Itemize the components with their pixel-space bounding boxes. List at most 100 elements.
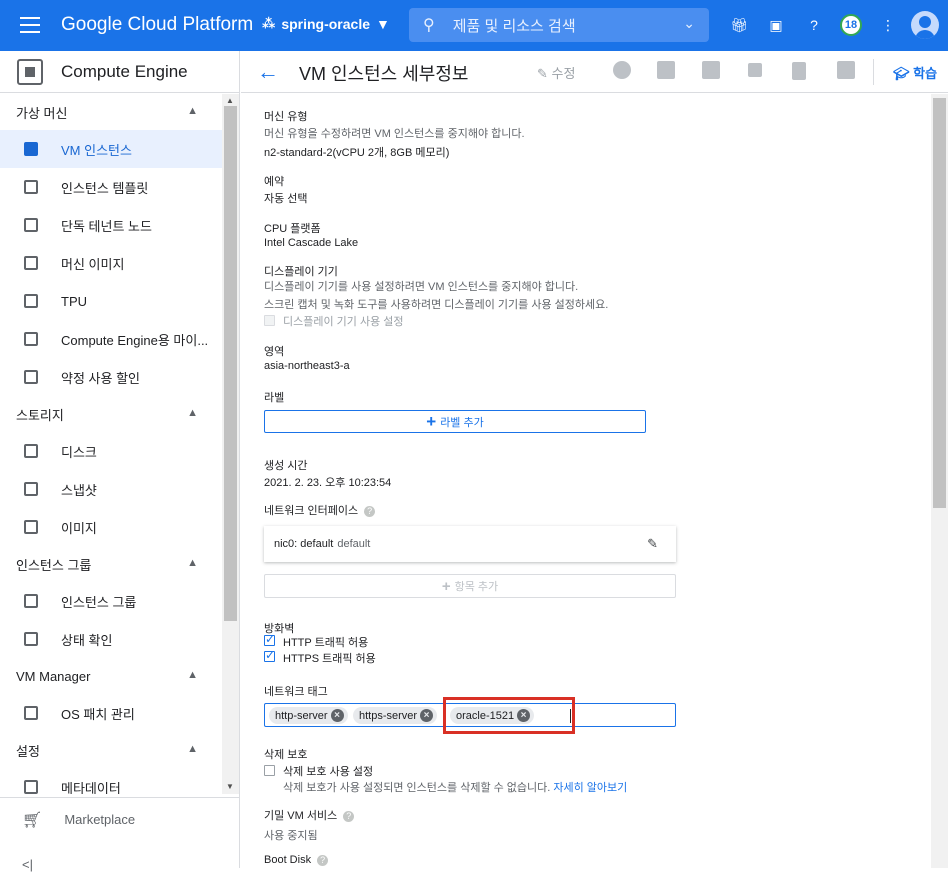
avatar[interactable] — [911, 11, 939, 39]
nic-card[interactable]: nic0: default default ✎ — [264, 526, 676, 562]
section-settings[interactable]: 설정 ▲ — [0, 732, 222, 768]
sidebar-item-sole-tenant-nodes[interactable]: 단독 테넌트 노드 — [0, 206, 222, 244]
brand-title[interactable]: Google Cloud Platform — [61, 14, 253, 36]
chevron-up-icon: ▲ — [187, 557, 198, 569]
project-dots-icon: ⁂ — [262, 16, 276, 31]
search-expand-chevron-icon[interactable]: ⌄ — [683, 15, 695, 32]
display-device-label: 디스플레이 기기 — [264, 266, 338, 278]
sidebar-item-snapshots[interactable]: 스냅샷 — [0, 470, 222, 508]
learn-more-link[interactable]: 자세히 알아보기 — [553, 782, 627, 794]
section-vm-manager[interactable]: VM Manager ▲ — [0, 658, 222, 694]
delete-icon[interactable] — [837, 61, 855, 79]
section-title: 가상 머신 — [16, 105, 68, 121]
sidebar-item-instance-groups[interactable]: 인스턴스 그룹 — [0, 582, 222, 620]
edit-pencil-icon[interactable]: ✎ — [647, 536, 658, 552]
gift-icon[interactable]: 🎁︎ — [729, 15, 749, 35]
sidebar-item-label: 인스턴스 템플릿 — [61, 180, 149, 196]
sidebar-scrollbar[interactable]: ▲ ▼ — [222, 94, 239, 794]
boot-disk-text: Boot Disk — [264, 854, 312, 866]
search-input[interactable]: ⚲ 제품 및 리소스 검색 ⌄ — [409, 8, 709, 42]
machine-type-label: 머신 유형 — [264, 111, 308, 123]
instance-details: 머신 유형 머신 유형을 수정하려면 VM 인스턴스를 중지해야 합니다. n2… — [241, 94, 931, 868]
display-device-checkbox-label: 디스플레이 기기 사용 설정 — [283, 316, 404, 328]
boot-disk-label: Boot Disk? — [264, 854, 329, 866]
hamburger-menu-icon[interactable] — [20, 17, 40, 33]
pause-icon[interactable] — [792, 62, 806, 80]
help-icon[interactable]: ? — [364, 505, 376, 517]
sidebar-item-marketplace[interactable]: 🛒︎ Marketplace — [0, 797, 239, 841]
cpu-platform-label: CPU 플랫폼 — [264, 223, 321, 235]
edit-button[interactable]: ✎ 수정 — [537, 63, 575, 82]
page-title: VM 인스턴스 세부정보 — [299, 64, 469, 84]
instance-group-icon — [24, 594, 38, 608]
sidebar-item-tpu[interactable]: TPU — [0, 282, 222, 320]
stop-icon[interactable] — [748, 63, 762, 77]
nic-network: default — [337, 538, 371, 550]
http-traffic-checkbox[interactable] — [264, 632, 275, 646]
sidebar-item-label: 스냅샷 — [61, 482, 97, 498]
scroll-down-arrow-icon[interactable]: ▼ — [226, 782, 234, 791]
chevron-up-icon: ▲ — [187, 407, 198, 419]
sidebar-item-machine-images[interactable]: 머신 이미지 — [0, 244, 222, 282]
https-traffic-label: HTTPS 트래픽 허용 — [283, 653, 376, 665]
main-scrollbar[interactable] — [931, 94, 948, 868]
machine-image-icon — [24, 256, 38, 270]
tag-chip[interactable]: https-server × — [353, 707, 438, 724]
add-icon[interactable] — [657, 61, 675, 79]
project-name: spring-oracle — [281, 16, 371, 32]
clone-icon[interactable] — [702, 61, 720, 79]
add-label-button[interactable]: + 라벨 추가 — [264, 410, 646, 433]
learn-button[interactable]: 🎓︎ 학습 — [893, 63, 937, 82]
tag-chip-label: https-server — [359, 709, 418, 722]
sidebar-item-instance-templates[interactable]: 인스턴스 템플릿 — [0, 168, 222, 206]
machine-type-note: 머신 유형을 수정하려면 VM 인스턴스를 중지해야 합니다. — [264, 128, 525, 140]
sidebar-item-disks[interactable]: 디스크 — [0, 432, 222, 470]
sidebar-item-label: VM 인스턴스 — [61, 142, 132, 158]
section-title: 인스턴스 그룹 — [16, 557, 92, 573]
sidebar-item-committed-use[interactable]: 약정 사용 할인 — [0, 358, 222, 396]
compute-engine-chip-icon — [17, 58, 43, 85]
sidebar-item-label: OS 패치 관리 — [61, 706, 135, 722]
cloud-shell-icon[interactable]: ▣ — [766, 15, 786, 35]
help-icon[interactable]: ? — [804, 15, 824, 35]
back-arrow-icon[interactable]: ← — [257, 59, 279, 85]
scroll-up-arrow-icon[interactable]: ▲ — [226, 96, 234, 105]
sidebar-scroll-thumb[interactable] — [224, 106, 237, 621]
display-device-checkbox[interactable] — [264, 315, 275, 326]
highlight-annotation-box — [443, 697, 575, 734]
plus-icon: + — [441, 577, 451, 595]
add-item-button[interactable]: + 항목 추가 — [264, 574, 676, 598]
project-selector[interactable]: ⁂ spring-oracle ▼ — [262, 16, 390, 32]
sidebar-item-migrate[interactable]: Compute Engine용 마이... — [0, 320, 222, 358]
remove-chip-icon[interactable]: × — [420, 709, 434, 722]
https-traffic-checkbox[interactable] — [264, 648, 275, 662]
tag-chip[interactable]: http-server × — [269, 707, 348, 724]
sidebar-item-vm-instances[interactable]: VM 인스턴스 — [0, 130, 222, 168]
section-instance-groups[interactable]: 인스턴스 그룹 ▲ — [0, 546, 222, 582]
sidebar-item-health-checks[interactable]: 상태 확인 — [0, 620, 222, 658]
deletion-protection-label: 삭제 보호 — [264, 749, 308, 761]
collapse-sidebar-icon[interactable]: <| — [22, 857, 33, 872]
confidential-vm-label: 기밀 VM 서비스? — [264, 807, 355, 823]
section-title: VM Manager — [16, 668, 91, 684]
sidebar-item-label: 메타데이터 — [61, 780, 121, 795]
sidebar-item-images[interactable]: 이미지 — [0, 508, 222, 546]
remove-chip-icon[interactable]: × — [330, 709, 344, 722]
cart-icon: 🛒︎ — [22, 811, 43, 829]
deletion-protection-checkbox[interactable] — [264, 765, 275, 776]
section-storage[interactable]: 스토리지 ▲ — [0, 396, 222, 432]
section-virtual-machines[interactable]: 가상 머신 ▲ — [0, 94, 222, 130]
notification-badge[interactable]: 18 — [840, 14, 862, 36]
more-vert-icon[interactable]: ⋮ — [878, 15, 898, 35]
display-device-note-2: 스크린 캡처 및 녹화 도구를 사용하려면 디스플레이 기기를 사용 설정하세요… — [264, 299, 609, 311]
help-icon[interactable]: ? — [317, 854, 329, 866]
labels-label: 라벨 — [264, 392, 285, 404]
sidebar-item-metadata[interactable]: 메타데이터 — [0, 768, 222, 794]
sidebar-item-os-patch[interactable]: OS 패치 관리 — [0, 694, 222, 732]
nic-name: nic0: default — [274, 538, 334, 550]
main-scroll-thumb[interactable] — [933, 98, 946, 508]
confidential-vm-text: 기밀 VM 서비스 — [264, 810, 338, 822]
power-icon[interactable] — [613, 61, 631, 79]
reservation-value: 자동 선택 — [264, 193, 308, 205]
help-icon[interactable]: ? — [343, 810, 355, 822]
